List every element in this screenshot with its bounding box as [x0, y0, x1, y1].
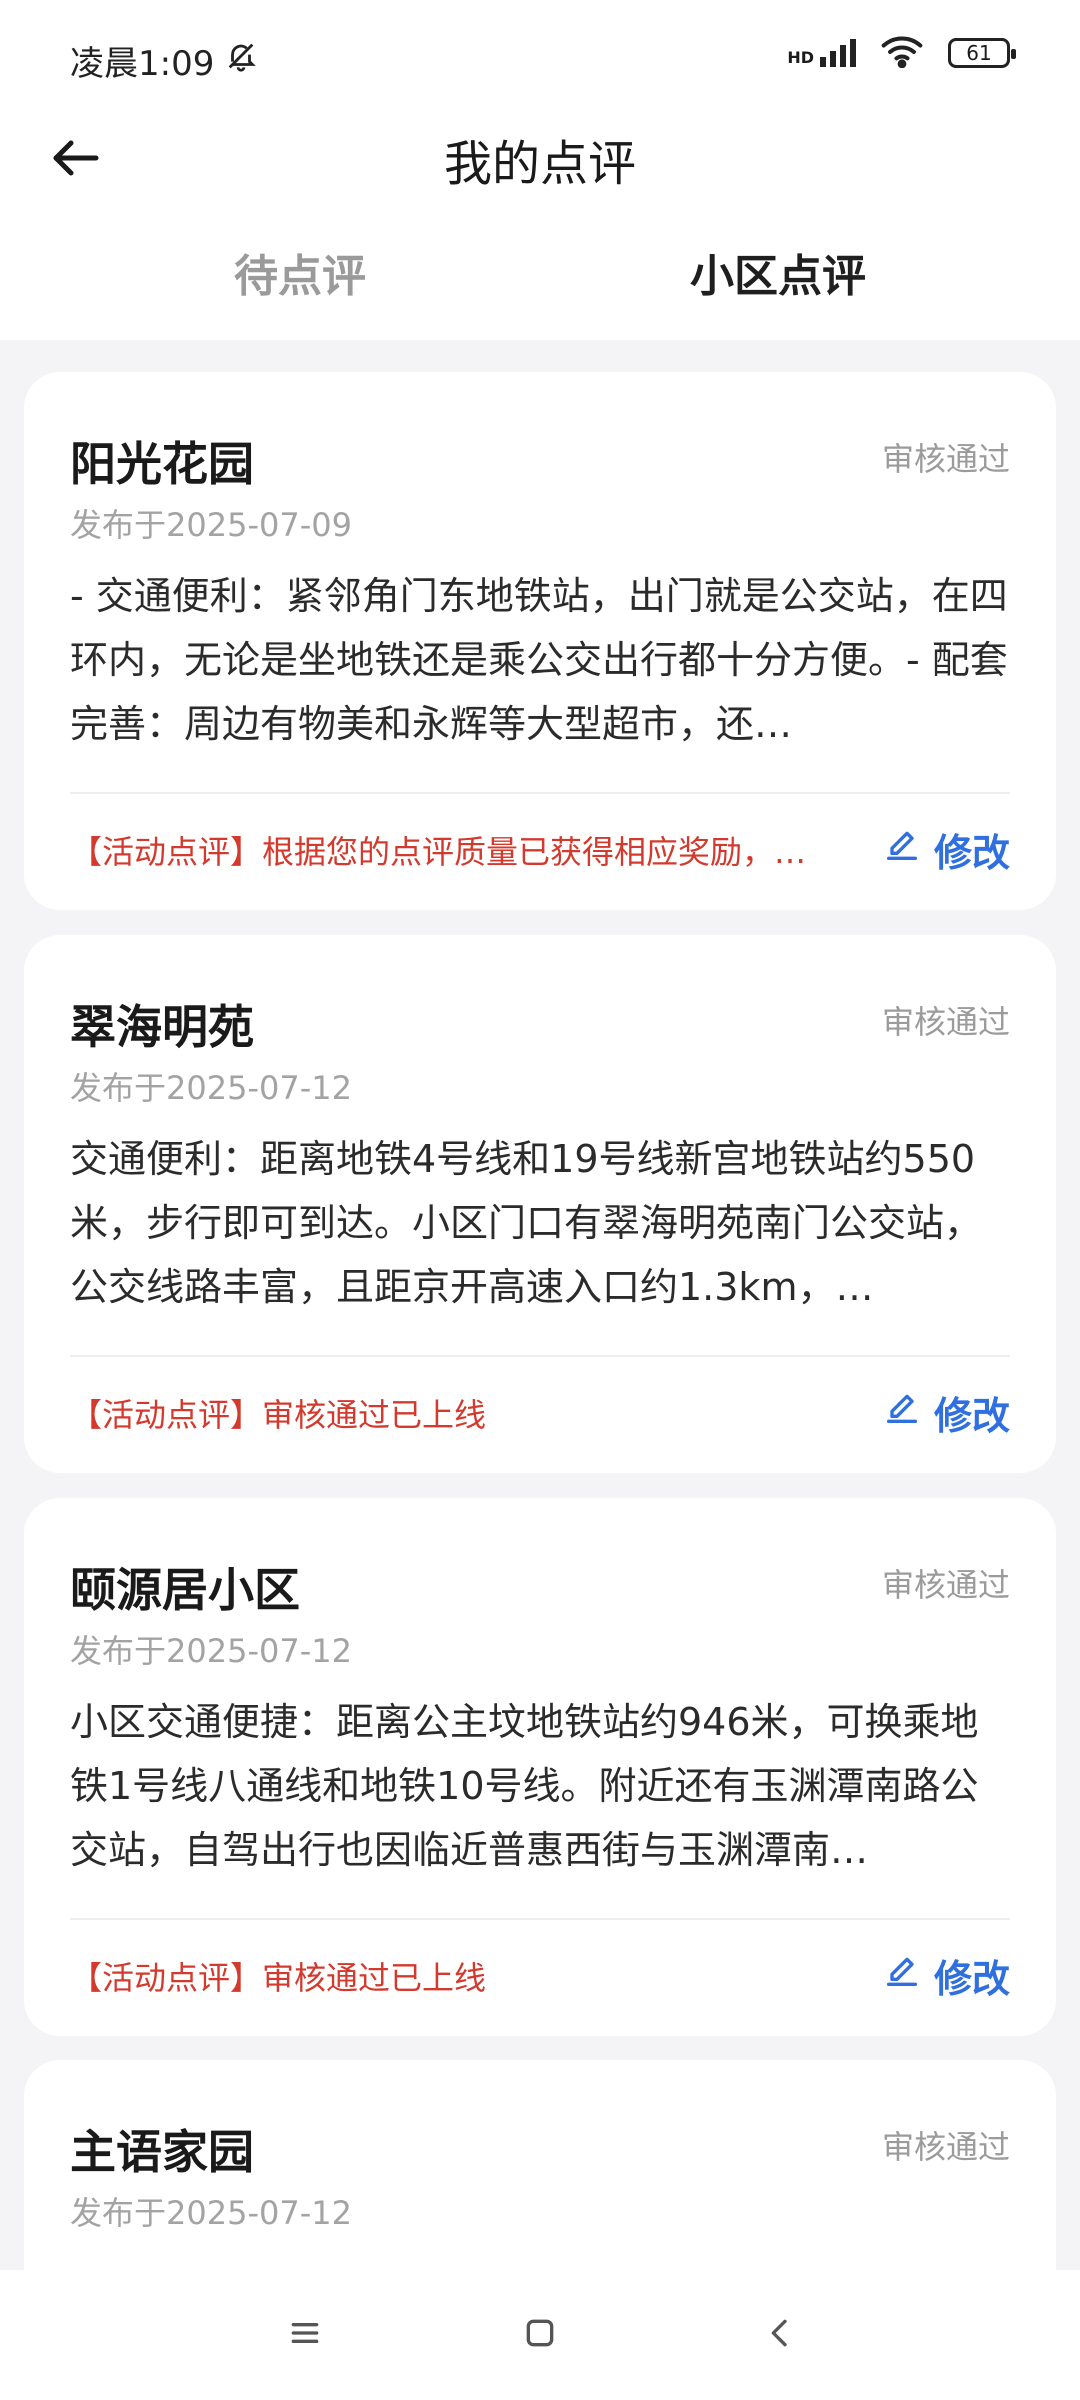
promo-text: 【活动点评】审核通过已上线 — [70, 1959, 487, 1997]
back-chevron-icon — [760, 2313, 800, 2357]
divider — [70, 792, 1010, 794]
tab-label: 小区点评 — [690, 251, 866, 302]
battery-icon: 61 — [948, 38, 1016, 68]
divider — [70, 1918, 1010, 1920]
menu-icon — [285, 2313, 325, 2357]
promo-text: 【活动点评】审核通过已上线 — [70, 1396, 487, 1434]
header: 我的点评 — [0, 110, 1080, 192]
community-name: 主语家园 — [70, 2125, 254, 2179]
tab-community-review[interactable]: 小区点评 — [628, 240, 928, 320]
tab-label: 待点评 — [234, 251, 366, 302]
publish-date: 发布于2025-07-09 — [70, 506, 352, 544]
community-name: 颐源居小区 — [70, 1563, 300, 1617]
community-name: 翠海明苑 — [70, 1000, 254, 1054]
publish-date: 发布于2025-07-12 — [70, 2194, 352, 2232]
edit-button[interactable]: 修改 — [882, 1385, 1010, 1440]
top-bar: 凌晨1:09 HD 61 我的点评 待点评 小区点评 — [0, 0, 1080, 340]
publish-date: 发布于2025-07-12 — [70, 1632, 352, 1670]
page-title: 我的点评 — [443, 136, 636, 192]
review-content: 小区交通便捷：距离公主坟地铁站约946米，可换乘地铁1号线八通线和地铁10号线。… — [70, 1700, 979, 1872]
edit-label: 修改 — [933, 831, 1010, 875]
tab-pending-review[interactable]: 待点评 — [150, 240, 450, 320]
edit-icon — [882, 1388, 922, 1437]
status-bar: 凌晨1:09 HD 61 — [0, 0, 1080, 120]
review-content: 交通便利：距离地铁4号线和19号线新宫地铁站约550米，步行即可到达。小区门口有… — [70, 1137, 983, 1309]
home-square-icon — [520, 2313, 560, 2357]
review-content: - 交通便利：紧邻角门东地铁站，出门就是公交站，在四环内，无论是坐地铁还是乘公交… — [70, 574, 1008, 746]
system-back-button[interactable] — [750, 2305, 810, 2365]
status-time: 凌晨1:09 — [70, 44, 215, 84]
home-button[interactable] — [510, 2305, 570, 2365]
battery-level: 61 — [966, 41, 992, 65]
wifi-icon — [880, 34, 924, 72]
review-card[interactable]: 阳光花园 审核通过 发布于2025-07-09 - 交通便利：紧邻角门东地铁站，… — [24, 372, 1056, 910]
system-nav-bar — [0, 2270, 1080, 2400]
edit-icon — [882, 825, 922, 874]
edit-icon — [882, 1951, 922, 2000]
review-status: 审核通过 — [881, 2128, 1010, 2166]
review-status: 审核通过 — [881, 440, 1010, 478]
edit-label: 修改 — [933, 1957, 1010, 2001]
review-status: 审核通过 — [881, 1566, 1010, 1604]
edit-label: 修改 — [933, 1394, 1010, 1438]
edit-button[interactable]: 修改 — [882, 1948, 1010, 2003]
edit-button[interactable]: 修改 — [882, 822, 1010, 877]
tab-bar: 待点评 小区点评 — [0, 240, 1080, 320]
review-card[interactable]: 颐源居小区 审核通过 发布于2025-07-12 小区交通便捷：距离公主坟地铁站… — [24, 1498, 1056, 2036]
network-type: HD — [787, 48, 814, 67]
community-name: 阳光花园 — [70, 437, 254, 491]
divider — [70, 1355, 1010, 1357]
review-card[interactable]: 翠海明苑 审核通过 发布于2025-07-12 交通便利：距离地铁4号线和19号… — [24, 935, 1056, 1473]
signal-icon: HD — [787, 39, 856, 67]
review-status: 审核通过 — [881, 1003, 1010, 1041]
mute-bell-icon — [224, 39, 258, 82]
menu-button[interactable] — [275, 2305, 335, 2365]
publish-date: 发布于2025-07-12 — [70, 1069, 352, 1107]
promo-text: 【活动点评】根据您的点评质量已获得相应奖励，… — [70, 833, 807, 871]
